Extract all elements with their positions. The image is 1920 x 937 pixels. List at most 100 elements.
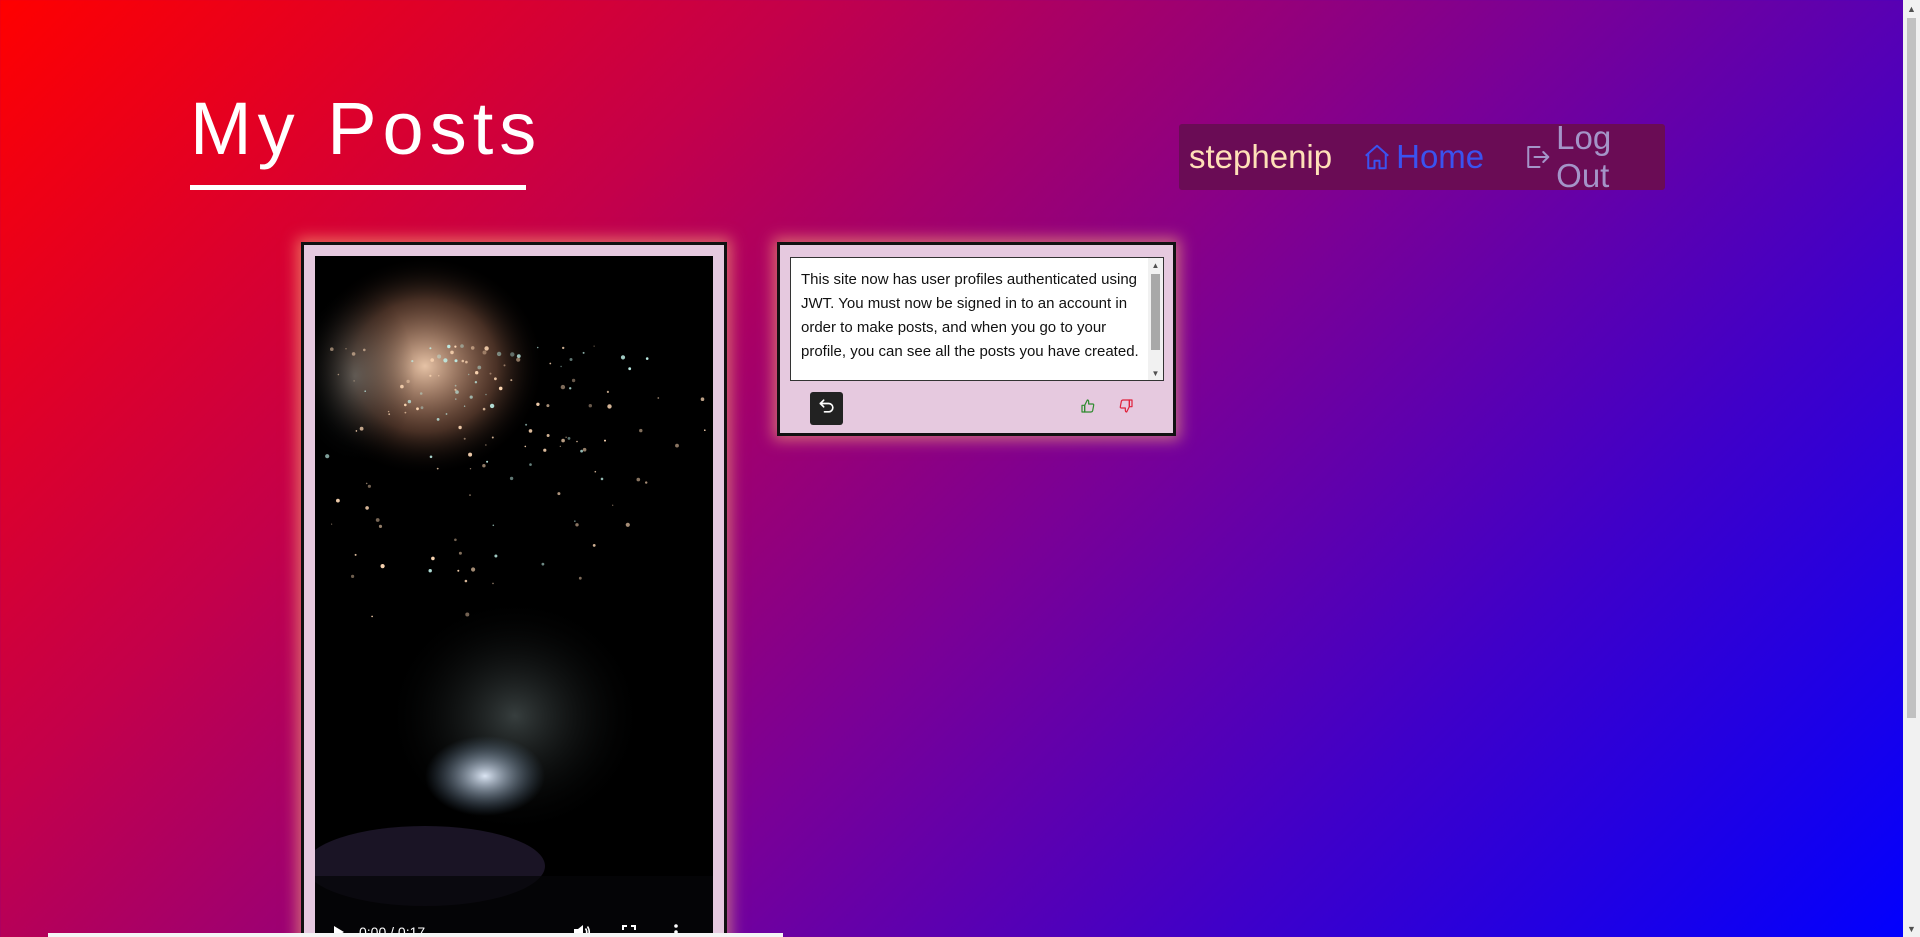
firework-spark (594, 470, 597, 473)
home-label: Home (1396, 138, 1485, 175)
firework-spark (588, 404, 592, 408)
firework-spark (388, 413, 391, 416)
firework-spark (436, 418, 440, 421)
firework-spark (365, 482, 368, 485)
firework-spark (468, 373, 470, 376)
firework-spark (482, 350, 487, 355)
firework-spark (524, 445, 527, 448)
undo-button[interactable] (810, 392, 843, 425)
thumbs-down-icon (1118, 398, 1134, 419)
firework-spark (430, 358, 434, 362)
page-scroll-up-icon[interactable]: ▲ (1903, 0, 1920, 17)
like-button[interactable] (1078, 398, 1098, 418)
firework-spark (498, 386, 503, 391)
firework-spark (463, 405, 466, 407)
firework-spark (492, 582, 494, 585)
video-post-card: 0:00 / 0:17 (301, 242, 727, 937)
firework-spark (458, 551, 462, 555)
firework-spark (469, 395, 473, 399)
video-player[interactable]: 0:00 / 0:17 (315, 256, 713, 937)
firework-spark (454, 359, 458, 363)
home-link[interactable]: Home (1362, 138, 1484, 176)
firework-spark (431, 556, 435, 561)
firework-spark (465, 612, 470, 617)
undo-icon (817, 396, 837, 421)
page-scrollbar[interactable]: ▲ ▼ (1903, 0, 1920, 937)
firework-spark (363, 348, 366, 352)
firework-spark (559, 445, 561, 447)
firework-spark (336, 498, 340, 503)
firework-spark (625, 522, 630, 527)
firework-spark (604, 439, 606, 442)
firework-spark (607, 404, 612, 409)
firework-spark (378, 524, 383, 528)
page-scroll-thumb[interactable] (1907, 18, 1916, 718)
firework-spark (606, 390, 609, 393)
scroll-thumb[interactable] (1151, 274, 1160, 350)
firework-spark (582, 447, 587, 452)
firework-spark (355, 430, 358, 432)
firework-spark (464, 579, 468, 583)
nav-username: stephenip (1189, 138, 1333, 175)
firework-spark (560, 365, 562, 368)
firework-spark (576, 440, 578, 443)
firework-spark (543, 448, 547, 452)
firework-spark (474, 381, 478, 384)
firework-spark (549, 362, 552, 365)
firework-spark (353, 380, 355, 382)
firework-spark (469, 468, 472, 470)
firework-spark (628, 367, 632, 371)
logout-link[interactable]: Log Out (1522, 119, 1665, 195)
text-scrollbar[interactable]: ▲ ▼ (1148, 258, 1163, 380)
firework-spark (470, 346, 475, 350)
firework-spark (420, 406, 424, 410)
firework-spark (461, 359, 465, 363)
firework-spark (438, 375, 440, 377)
page-scroll-down-icon[interactable]: ▼ (1903, 920, 1920, 937)
scroll-down-icon[interactable]: ▼ (1148, 366, 1163, 380)
firework-spark (475, 371, 479, 375)
horizontal-scroll-strip (48, 933, 783, 937)
firework-spark (454, 538, 457, 542)
firework-spark (337, 373, 340, 376)
firework-spark (494, 377, 497, 381)
firework-spark (509, 476, 514, 481)
thumbs-up-icon (1080, 398, 1096, 419)
firework-spark (510, 379, 513, 382)
firework-spark (371, 615, 373, 618)
post-text-box[interactable]: This site now has user profiles authenti… (790, 257, 1164, 381)
firework-spark (416, 407, 419, 411)
firework-spark (657, 397, 660, 399)
firework-spark (351, 574, 355, 578)
firework-spark (639, 428, 643, 433)
scroll-up-icon[interactable]: ▲ (1148, 258, 1163, 272)
firework-spark (404, 411, 407, 414)
firework-spark (406, 379, 410, 384)
firework-spark (569, 358, 573, 361)
firework-spark (546, 404, 550, 408)
firework-spark (387, 410, 390, 413)
firework-spark (700, 397, 705, 401)
firework-spark (574, 520, 576, 522)
firework-spark (330, 347, 334, 351)
firework-spark (450, 350, 454, 355)
firework-spark (351, 352, 356, 356)
firework-spark (562, 346, 565, 350)
firework-spark (443, 358, 448, 363)
firework-spark (525, 423, 528, 426)
nav-bar: stephenip Home Log Out (1179, 119, 1665, 194)
firework-spark (484, 346, 489, 351)
firework-spark (436, 467, 439, 470)
firework-spark (704, 429, 706, 431)
firework-spark (560, 384, 566, 390)
firework-spark (457, 569, 460, 572)
firework-spark (571, 378, 576, 383)
firework-spark (465, 360, 468, 364)
firework-spark (569, 387, 572, 390)
firework-spark (496, 351, 502, 357)
firework-spark (429, 374, 432, 377)
dislike-button[interactable] (1116, 398, 1136, 418)
firework-spark (620, 355, 626, 360)
firework-spark (404, 403, 407, 407)
firework-spark (491, 436, 494, 439)
